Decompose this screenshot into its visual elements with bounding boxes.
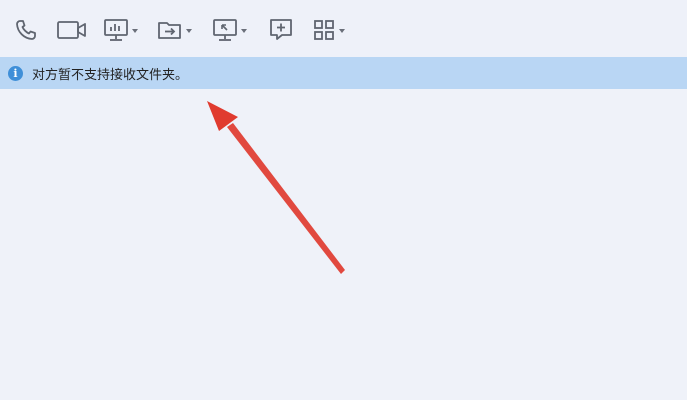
- folder-arrow-icon: [158, 22, 181, 39]
- notice-text: 对方暂不支持接收文件夹。: [32, 67, 189, 83]
- video-camera-icon: [57, 21, 86, 39]
- presentation-icon: [104, 19, 128, 41]
- notice-banner: i 对方暂不支持接收文件夹。: [0, 57, 687, 89]
- presentation-button[interactable]: [103, 14, 138, 46]
- chevron-down-icon[interactable]: [339, 29, 345, 33]
- voice-call-button[interactable]: [14, 14, 38, 46]
- chat-toolbar: [0, 0, 687, 56]
- monitor-icon: [213, 19, 237, 41]
- video-call-button[interactable]: [56, 14, 88, 46]
- add-chat-button[interactable]: [268, 14, 294, 46]
- phone-icon: [16, 20, 36, 40]
- chevron-down-icon[interactable]: [186, 29, 192, 33]
- chat-message-area[interactable]: [0, 89, 687, 400]
- chevron-down-icon[interactable]: [241, 29, 247, 33]
- screen-share-button[interactable]: [212, 14, 247, 46]
- chat-plus-icon: [270, 19, 292, 40]
- apps-button[interactable]: [312, 14, 345, 46]
- send-file-button[interactable]: [157, 14, 192, 46]
- chevron-down-icon[interactable]: [132, 29, 138, 33]
- grid-icon: [314, 20, 334, 40]
- info-icon: i: [8, 65, 23, 81]
